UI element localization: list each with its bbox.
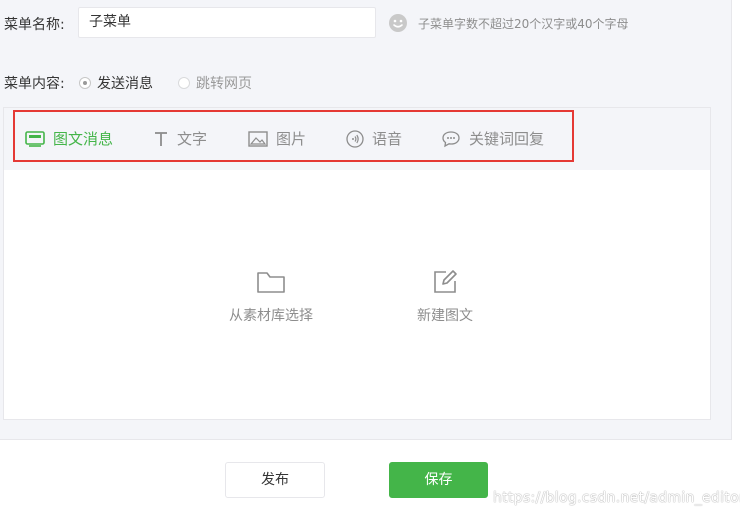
message-content-box: 图文消息 文字 图片 语音 关键词回复 从素材库选择 新建图文 — [3, 107, 711, 420]
radio-dot-icon — [178, 77, 190, 89]
voice-icon — [346, 129, 364, 148]
radio-send-message-label: 发送消息 — [97, 76, 153, 92]
tab-image-label: 图片 — [276, 130, 307, 148]
folder-icon — [257, 272, 285, 293]
edit-icon — [434, 270, 457, 293]
create-news[interactable]: 新建图文 — [410, 269, 480, 325]
message-type-tabbar: 图文消息 文字 图片 语音 关键词回复 — [4, 108, 710, 170]
menu-editor-panel: 菜单名称: 子菜单 子菜单字数不超过20个汉字或40个字母 菜单内容: 发送消息… — [0, 0, 732, 440]
watermark-text: https://blog.csdn.net/admin_editor — [493, 490, 740, 506]
chat-icon — [442, 130, 460, 147]
save-button[interactable]: 保存 — [389, 462, 488, 498]
tab-voice-label: 语音 — [372, 130, 403, 148]
tab-text[interactable]: 文字 — [153, 128, 207, 149]
create-news-label: 新建图文 — [417, 308, 473, 324]
news-icon — [25, 130, 45, 147]
image-icon — [248, 130, 268, 147]
select-from-library[interactable]: 从素材库选择 — [226, 269, 316, 325]
publish-button[interactable]: 发布 — [225, 462, 325, 498]
select-from-library-label: 从素材库选择 — [229, 308, 313, 324]
tab-voice[interactable]: 语音 — [346, 128, 402, 149]
radio-jump-webpage-label: 跳转网页 — [196, 76, 252, 92]
menu-name-hint: 子菜单字数不超过20个汉字或40个字母 — [418, 17, 629, 31]
tab-text-label: 文字 — [177, 130, 208, 148]
menu-name-input[interactable]: 子菜单 — [78, 7, 376, 38]
tab-news-label: 图文消息 — [53, 130, 114, 148]
tab-keyword-reply[interactable]: 关键词回复 — [441, 128, 544, 149]
text-icon — [155, 131, 167, 146]
smiley-icon[interactable] — [388, 13, 408, 33]
menu-content-label: 菜单内容: — [4, 76, 65, 92]
radio-dot-icon — [79, 77, 91, 89]
tab-image[interactable]: 图片 — [248, 128, 306, 149]
radio-send-message[interactable]: 发送消息 — [79, 73, 153, 93]
tab-news[interactable]: 图文消息 — [25, 128, 113, 149]
radio-jump-webpage[interactable]: 跳转网页 — [178, 73, 252, 93]
tab-keyword-reply-label: 关键词回复 — [469, 130, 545, 148]
menu-name-label: 菜单名称: — [4, 17, 65, 33]
